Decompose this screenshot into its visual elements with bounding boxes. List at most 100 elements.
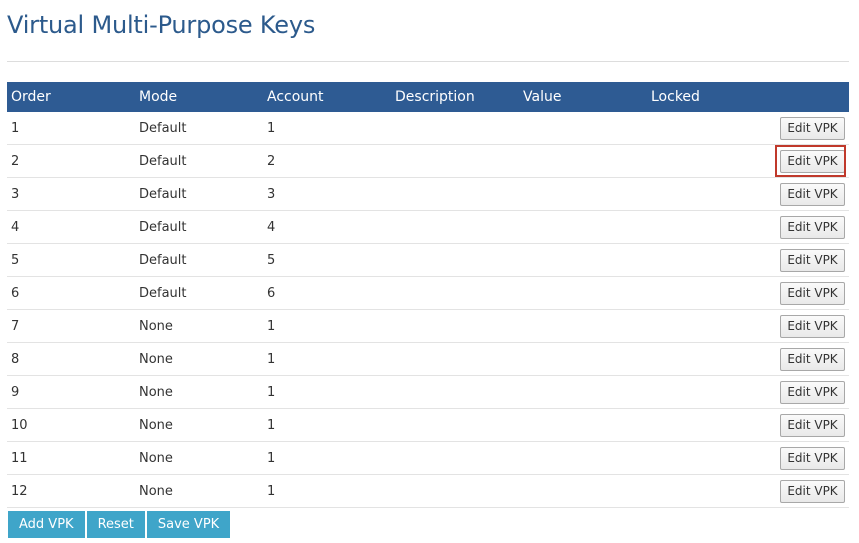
cell-account: 1 — [263, 309, 391, 343]
cell-account: 1 — [263, 408, 391, 442]
vpk-table: Order Mode Account Description Value Loc… — [7, 82, 849, 508]
cell-locked — [647, 441, 775, 475]
cell-action: Edit VPK — [775, 243, 849, 277]
edit-vpk-button[interactable]: Edit VPK — [780, 248, 845, 272]
edit-vpk-button[interactable]: Edit VPK — [780, 479, 845, 503]
table-row: 3 Default 3 Edit VPK — [7, 177, 849, 211]
cell-action: Edit VPK — [775, 177, 849, 211]
footer-buttons: Add VPK Reset Save VPK — [8, 511, 231, 538]
cell-description — [391, 276, 519, 310]
table-row: 7 None 1 Edit VPK — [7, 309, 849, 343]
title-divider — [7, 61, 849, 62]
table-row: 9 None 1 Edit VPK — [7, 375, 849, 409]
table-row: 4 Default 4 Edit VPK — [7, 210, 849, 244]
cell-order: 12 — [7, 474, 135, 508]
add-vpk-button[interactable]: Add VPK — [8, 511, 85, 538]
cell-mode: Default — [135, 111, 263, 145]
cell-account: 1 — [263, 474, 391, 508]
edit-vpk-button[interactable]: Edit VPK — [780, 446, 845, 470]
table-header-row: Order Mode Account Description Value Loc… — [7, 82, 849, 112]
cell-account: 3 — [263, 177, 391, 211]
edit-vpk-button[interactable]: Edit VPK — [780, 182, 845, 206]
cell-account: 6 — [263, 276, 391, 310]
cell-value — [519, 375, 647, 409]
cell-account: 2 — [263, 144, 391, 178]
cell-description — [391, 309, 519, 343]
cell-description — [391, 375, 519, 409]
cell-account: 1 — [263, 441, 391, 475]
cell-account: 1 — [263, 375, 391, 409]
cell-order: 6 — [7, 276, 135, 310]
cell-locked — [647, 243, 775, 277]
cell-mode: None — [135, 309, 263, 343]
table-row: 5 Default 5 Edit VPK — [7, 243, 849, 277]
cell-action: Edit VPK — [775, 474, 849, 508]
cell-order: 1 — [7, 111, 135, 145]
cell-locked — [647, 474, 775, 508]
cell-description — [391, 243, 519, 277]
cell-account: 5 — [263, 243, 391, 277]
cell-order: 2 — [7, 144, 135, 178]
cell-action: Edit VPK — [775, 144, 849, 178]
cell-locked — [647, 309, 775, 343]
cell-mode: Default — [135, 144, 263, 178]
cell-value — [519, 210, 647, 244]
cell-account: 4 — [263, 210, 391, 244]
edit-vpk-button[interactable]: Edit VPK — [780, 314, 845, 338]
cell-value — [519, 144, 647, 178]
column-header-locked: Locked — [647, 82, 775, 112]
cell-description — [391, 474, 519, 508]
cell-locked — [647, 408, 775, 442]
cell-mode: Default — [135, 177, 263, 211]
cell-action: Edit VPK — [775, 441, 849, 475]
cell-mode: None — [135, 474, 263, 508]
save-vpk-button[interactable]: Save VPK — [146, 511, 231, 538]
edit-vpk-button[interactable]: Edit VPK — [780, 380, 845, 404]
column-header-value: Value — [519, 82, 647, 112]
cell-value — [519, 441, 647, 475]
cell-value — [519, 408, 647, 442]
table-row: 8 None 1 Edit VPK — [7, 342, 849, 376]
cell-order: 7 — [7, 309, 135, 343]
cell-locked — [647, 375, 775, 409]
edit-vpk-button[interactable]: Edit VPK — [780, 116, 845, 140]
edit-vpk-button[interactable]: Edit VPK — [780, 215, 845, 239]
cell-mode: None — [135, 342, 263, 376]
edit-vpk-button[interactable]: Edit VPK — [780, 413, 845, 437]
cell-description — [391, 210, 519, 244]
edit-vpk-button[interactable]: Edit VPK — [780, 149, 845, 173]
column-header-actions — [775, 82, 849, 112]
cell-value — [519, 342, 647, 376]
cell-description — [391, 144, 519, 178]
cell-account: 1 — [263, 342, 391, 376]
cell-action: Edit VPK — [775, 342, 849, 376]
reset-button[interactable]: Reset — [86, 511, 145, 538]
cell-action: Edit VPK — [775, 111, 849, 145]
cell-order: 9 — [7, 375, 135, 409]
cell-order: 8 — [7, 342, 135, 376]
cell-account: 1 — [263, 111, 391, 145]
table-row: 6 Default 6 Edit VPK — [7, 276, 849, 310]
cell-mode: None — [135, 408, 263, 442]
cell-mode: Default — [135, 243, 263, 277]
column-header-mode: Mode — [135, 82, 263, 112]
cell-mode: None — [135, 375, 263, 409]
cell-locked — [647, 276, 775, 310]
cell-action: Edit VPK — [775, 375, 849, 409]
column-header-order: Order — [7, 82, 135, 112]
cell-mode: Default — [135, 210, 263, 244]
edit-vpk-button[interactable]: Edit VPK — [780, 347, 845, 371]
cell-order: 11 — [7, 441, 135, 475]
edit-vpk-button[interactable]: Edit VPK — [780, 281, 845, 305]
page-title: Virtual Multi-Purpose Keys — [7, 11, 316, 39]
cell-value — [519, 111, 647, 145]
cell-description — [391, 408, 519, 442]
cell-value — [519, 474, 647, 508]
cell-action: Edit VPK — [775, 309, 849, 343]
cell-value — [519, 276, 647, 310]
cell-action: Edit VPK — [775, 408, 849, 442]
column-header-description: Description — [391, 82, 519, 112]
table-row: 10 None 1 Edit VPK — [7, 408, 849, 442]
cell-description — [391, 342, 519, 376]
cell-order: 5 — [7, 243, 135, 277]
